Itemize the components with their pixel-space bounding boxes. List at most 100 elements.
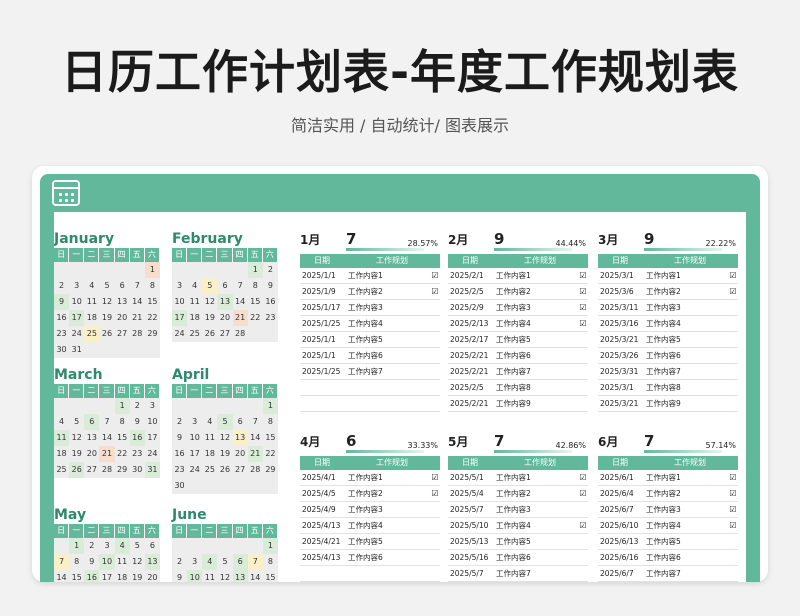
- day-cell[interactable]: 10: [172, 294, 187, 310]
- day-cell[interactable]: 4: [202, 554, 218, 570]
- day-cell[interactable]: 17: [99, 570, 114, 582]
- day-cell[interactable]: [172, 262, 187, 278]
- day-cell[interactable]: 6: [232, 554, 248, 570]
- day-cell[interactable]: 18: [84, 310, 99, 326]
- done-checkbox[interactable]: ☑: [728, 470, 738, 485]
- day-cell[interactable]: 6: [145, 538, 160, 554]
- day-cell[interactable]: 3: [172, 278, 187, 294]
- day-cell[interactable]: 14: [248, 430, 263, 446]
- day-cell[interactable]: 17: [187, 446, 202, 462]
- day-cell[interactable]: 24: [172, 326, 187, 342]
- day-cell[interactable]: 28: [99, 462, 114, 478]
- day-cell[interactable]: [84, 262, 99, 278]
- day-cell[interactable]: 27: [217, 326, 232, 342]
- day-cell[interactable]: [69, 398, 84, 414]
- day-cell[interactable]: [202, 538, 217, 554]
- day-cell[interactable]: [84, 398, 99, 414]
- day-cell[interactable]: 6: [233, 414, 248, 430]
- day-cell[interactable]: 14: [130, 294, 145, 310]
- day-cell[interactable]: 25: [202, 462, 217, 478]
- day-cell[interactable]: 7: [130, 278, 145, 294]
- day-cell[interactable]: 15: [248, 294, 263, 310]
- day-cell[interactable]: 29: [263, 462, 278, 478]
- day-cell[interactable]: 13: [84, 430, 99, 446]
- day-cell[interactable]: [54, 538, 69, 554]
- day-cell[interactable]: 10: [187, 430, 202, 446]
- day-cell[interactable]: 11: [202, 570, 217, 582]
- day-cell[interactable]: 10: [69, 294, 84, 310]
- day-cell[interactable]: 13: [232, 430, 248, 446]
- day-cell[interactable]: 5: [217, 414, 233, 430]
- day-cell[interactable]: [233, 262, 248, 278]
- done-checkbox[interactable]: ☑: [430, 470, 440, 485]
- day-cell[interactable]: 15: [115, 430, 130, 446]
- day-cell[interactable]: 22: [263, 446, 278, 462]
- day-cell[interactable]: 18: [202, 446, 217, 462]
- day-cell[interactable]: 24: [187, 462, 202, 478]
- day-cell[interactable]: 12: [202, 294, 217, 310]
- day-cell[interactable]: 8: [248, 278, 263, 294]
- day-cell[interactable]: 2: [54, 278, 69, 294]
- day-cell[interactable]: 9: [172, 430, 187, 446]
- day-cell[interactable]: 18: [115, 570, 130, 582]
- day-cell[interactable]: 4: [187, 278, 202, 294]
- day-cell[interactable]: 2: [130, 398, 145, 414]
- day-cell[interactable]: 16: [263, 294, 278, 310]
- day-cell[interactable]: 15: [263, 570, 278, 582]
- day-cell[interactable]: 23: [54, 326, 69, 342]
- day-cell[interactable]: 18: [54, 446, 69, 462]
- day-cell[interactable]: [172, 398, 187, 414]
- done-checkbox[interactable]: ☑: [578, 284, 588, 299]
- day-cell[interactable]: [54, 398, 69, 414]
- day-cell[interactable]: 8: [145, 278, 160, 294]
- done-checkbox[interactable]: ☑: [728, 518, 738, 533]
- done-checkbox[interactable]: ☑: [728, 486, 738, 501]
- day-cell[interactable]: 15: [145, 294, 160, 310]
- done-checkbox[interactable]: ☑: [728, 284, 738, 299]
- day-cell[interactable]: 1: [262, 398, 278, 414]
- day-cell[interactable]: 20: [84, 446, 99, 462]
- day-cell[interactable]: 22: [115, 446, 130, 462]
- day-cell[interactable]: 9: [172, 570, 187, 582]
- day-cell[interactable]: 10: [145, 414, 160, 430]
- day-cell[interactable]: 12: [69, 430, 84, 446]
- day-cell[interactable]: 9: [263, 278, 278, 294]
- day-cell[interactable]: 7: [248, 414, 263, 430]
- day-cell[interactable]: 1: [69, 538, 85, 554]
- day-cell[interactable]: 11: [54, 430, 70, 446]
- day-cell[interactable]: 20: [233, 446, 248, 462]
- day-cell[interactable]: 5: [99, 278, 114, 294]
- day-cell[interactable]: 29: [145, 326, 160, 342]
- day-cell[interactable]: 23: [130, 446, 145, 462]
- day-cell[interactable]: 14: [233, 294, 248, 310]
- day-cell[interactable]: 24: [69, 326, 84, 342]
- day-cell[interactable]: 4: [202, 414, 217, 430]
- day-cell[interactable]: 19: [130, 570, 145, 582]
- day-cell[interactable]: [187, 262, 202, 278]
- day-cell[interactable]: 8: [263, 414, 278, 430]
- day-cell[interactable]: 29: [115, 462, 130, 478]
- day-cell[interactable]: 23: [172, 462, 187, 478]
- day-cell[interactable]: 15: [69, 570, 84, 582]
- day-cell[interactable]: 20: [217, 310, 232, 326]
- day-cell[interactable]: 8: [115, 414, 130, 430]
- done-checkbox[interactable]: ☑: [430, 486, 440, 501]
- day-cell[interactable]: 16: [129, 430, 145, 446]
- day-cell[interactable]: 28: [233, 326, 248, 342]
- day-cell[interactable]: 31: [69, 342, 84, 358]
- day-cell[interactable]: 17: [145, 430, 160, 446]
- day-cell[interactable]: 21: [232, 310, 248, 326]
- day-cell[interactable]: 1: [247, 262, 263, 278]
- day-cell[interactable]: 16: [54, 310, 69, 326]
- day-cell[interactable]: [248, 398, 263, 414]
- done-checkbox[interactable]: ☑: [728, 268, 738, 283]
- day-cell[interactable]: [202, 398, 217, 414]
- day-cell[interactable]: 3: [99, 538, 114, 554]
- day-cell[interactable]: 23: [263, 310, 278, 326]
- day-cell[interactable]: 1: [144, 262, 160, 278]
- day-cell[interactable]: 22: [248, 310, 263, 326]
- day-cell[interactable]: [187, 398, 202, 414]
- day-cell[interactable]: 11: [202, 430, 217, 446]
- day-cell[interactable]: 3: [187, 554, 202, 570]
- day-cell[interactable]: 26: [217, 462, 232, 478]
